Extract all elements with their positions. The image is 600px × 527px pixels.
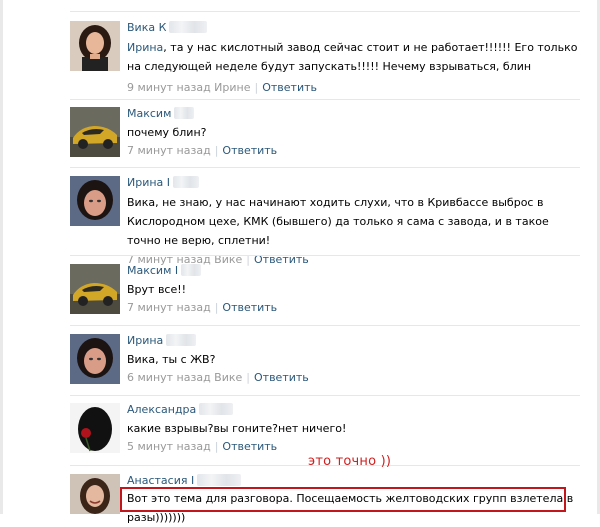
comment-author[interactable]: Ирина I [127,176,170,189]
comment-divider [70,167,580,168]
comment-author[interactable]: Александра [127,403,196,416]
comment-author[interactable]: Вика К [127,21,166,34]
user-avatar[interactable] [70,474,120,524]
comment-time[interactable]: 7 минут назад [127,301,211,314]
comment-text-body: , та у нас кислотный завод сейчас стоит … [127,41,578,73]
user-avatar[interactable] [70,403,120,453]
comment-meta: 9 минут назад Ирине | Ответить [127,80,579,96]
reply-link[interactable]: Ответить [222,301,277,314]
comment-meta: 7 минут назад | Ответить [127,300,579,316]
comment-meta: 6 минут назад Вике | Ответить [127,370,579,386]
user-avatar[interactable] [70,21,120,71]
gold-car-avatar-icon [70,107,120,157]
comment-time[interactable]: 7 минут назад [127,144,211,157]
reply-link[interactable]: Ответить [262,81,317,94]
woman-portrait-avatar-icon [70,176,120,226]
comment-author[interactable]: Максим [127,107,171,120]
annotation-text: это точно )) [308,454,392,469]
blurred-surname [166,334,197,346]
reply-link[interactable]: Ответить [222,144,277,157]
comment-author[interactable]: Ирина [127,334,163,347]
meta-separator: | [214,301,219,314]
meta-separator: | [214,144,219,157]
gold-car-avatar-icon [70,264,120,314]
meta-separator: | [254,81,259,94]
comment-meta: 7 минут назад | Ответить [127,143,579,159]
comment-time[interactable]: 9 минут назад Ирине [127,81,251,94]
reply-link[interactable]: Ответить [254,371,309,384]
comment-text: Вика, не знаю, у нас начинают ходить слу… [127,196,549,247]
comment-time[interactable]: 6 минут назад Вике [127,371,242,384]
meta-separator: | [214,440,219,453]
comment-text: какие взрывы?вы гоните?нет ничего! [127,422,347,435]
comment-author[interactable]: Максим I [127,264,178,277]
page-edge-left [0,0,3,514]
woman-smiling-avatar-icon [70,474,120,514]
comment-divider [70,255,580,256]
comment-divider [70,11,580,12]
user-avatar[interactable] [70,107,120,157]
blurred-surname [173,176,200,188]
woman-dark-hair-avatar-icon [70,21,120,71]
user-avatar[interactable] [70,264,120,314]
dark-rose-avatar-icon [70,403,120,453]
blurred-surname [174,107,195,119]
meta-separator: | [246,371,250,384]
comment-author[interactable]: Анастасия I [127,474,194,487]
blurred-surname [197,474,242,486]
comment-text: почему блин? [127,126,207,139]
woman-portrait-avatar-icon [70,334,120,384]
mention-link[interactable]: Ирина [127,41,163,54]
blurred-surname [199,403,234,415]
blurred-surname [181,264,202,276]
user-avatar[interactable] [70,334,120,384]
user-avatar[interactable] [70,176,120,226]
comment-text: Вика, ты с ЖВ? [127,353,216,366]
comment-divider [70,325,580,326]
comment-time[interactable]: 5 минут назад [127,440,211,453]
comment-text: Ирина, та у нас кислотный завод сейчас с… [127,38,579,76]
comment-divider [70,395,580,396]
blurred-surname [169,21,208,33]
comment-text: Врут все!! [127,283,187,296]
comment-meta: 5 минут назад | Ответить [127,439,579,455]
highlight-box [120,487,566,512]
comment-divider [70,99,580,100]
reply-link[interactable]: Ответить [222,440,277,453]
